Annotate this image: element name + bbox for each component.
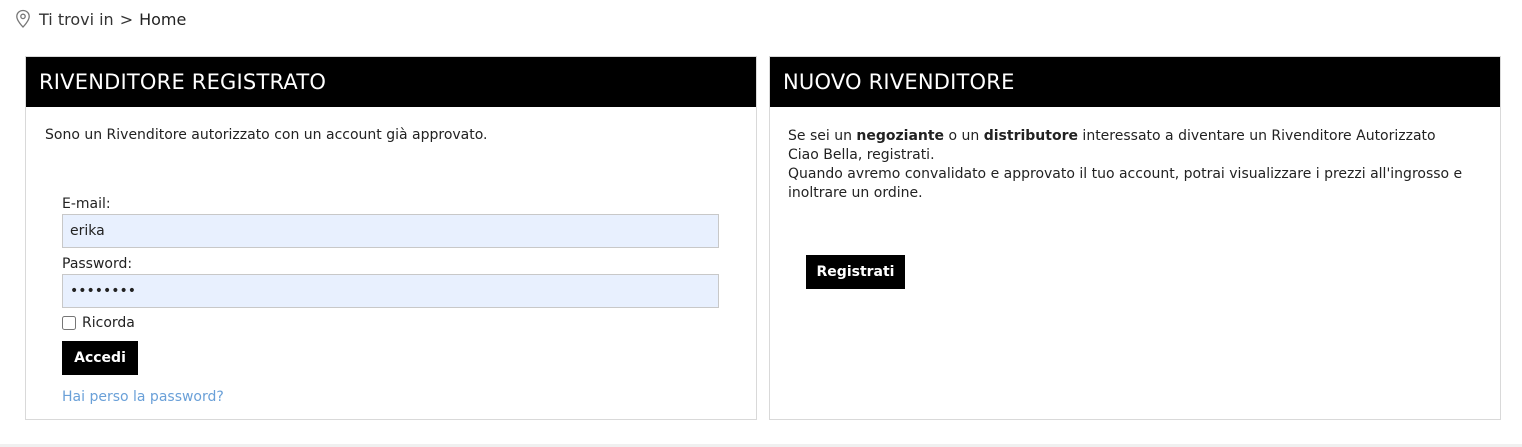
breadcrumb-prefix: Ti trovi in bbox=[39, 9, 114, 29]
location-pin-icon bbox=[15, 9, 31, 29]
breadcrumb-separator: > bbox=[119, 9, 134, 29]
register-info-text: Se sei un negoziante o un distributore i… bbox=[788, 127, 1468, 203]
register-info-part: Se sei un bbox=[788, 128, 857, 144]
password-label: Password: bbox=[62, 256, 133, 272]
register-button[interactable]: Registrati bbox=[806, 255, 905, 289]
breadcrumb-current[interactable]: Home bbox=[139, 10, 186, 29]
register-info-bold-negoziante: negoziante bbox=[856, 128, 945, 144]
register-info-bold-distributore: distributore bbox=[983, 128, 1078, 144]
remember-checkbox[interactable] bbox=[62, 316, 76, 330]
register-info-part: o un bbox=[944, 128, 984, 144]
email-label: E-mail: bbox=[62, 196, 111, 212]
password-field[interactable] bbox=[62, 274, 719, 308]
register-panel: NUOVO RIVENDITORE Se sei un negoziante o… bbox=[769, 56, 1501, 420]
login-panel: RIVENDITORE REGISTRATO Sono un Rivendito… bbox=[25, 56, 757, 420]
email-field[interactable] bbox=[62, 214, 719, 248]
forgot-password-link[interactable]: Hai perso la password? bbox=[62, 389, 224, 405]
register-info-approval: Quando avremo convalidato e approvato il… bbox=[788, 166, 1463, 201]
login-intro-text: Sono un Rivenditore autorizzato con un a… bbox=[45, 127, 488, 143]
register-panel-title: NUOVO RIVENDITORE bbox=[770, 57, 1500, 107]
login-button[interactable]: Accedi bbox=[62, 341, 138, 375]
remember-label: Ricorda bbox=[82, 315, 135, 331]
remember-me[interactable]: Ricorda bbox=[62, 315, 135, 331]
login-panel-title: RIVENDITORE REGISTRATO bbox=[26, 57, 756, 107]
breadcrumb: Ti trovi in > Home bbox=[15, 6, 186, 32]
